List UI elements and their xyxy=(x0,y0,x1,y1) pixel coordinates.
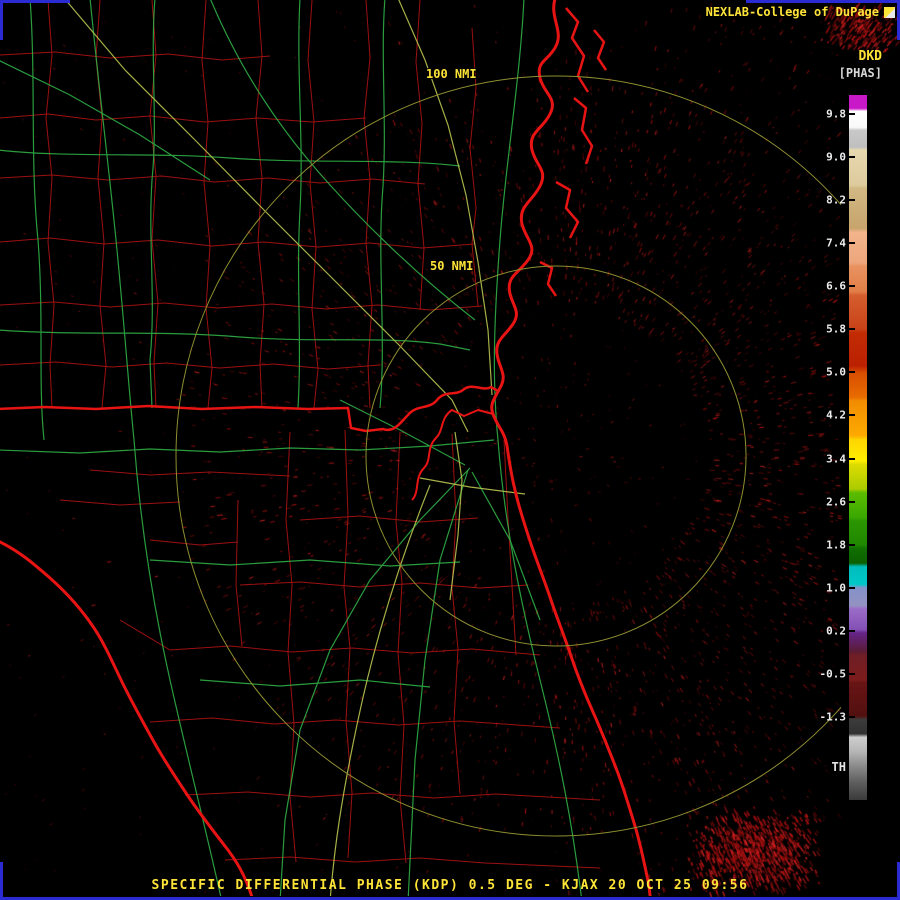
status-text: SPECIFIC DIFFERENTIAL PHASE (KDP) 0.5 DE… xyxy=(151,878,749,893)
colorbar-tick-mark xyxy=(849,629,855,632)
atlantic-coastline xyxy=(490,0,652,896)
frame-border-segment xyxy=(0,0,3,40)
colorbar-tick-mark xyxy=(849,414,855,417)
colorbar-tick-mark xyxy=(849,672,855,675)
basemap-layer: 100 NMI 50 NMI xyxy=(0,0,841,896)
colorbar-tick-label: -0.5 xyxy=(819,667,847,681)
highways-green xyxy=(0,0,582,896)
colorbar-tick-label: 9.0 xyxy=(826,150,846,164)
colorbar-tick-mark xyxy=(849,285,855,288)
colorbar-tick-label: 8.2 xyxy=(826,193,846,207)
colorbar-tick-label: 7.4 xyxy=(826,236,846,250)
colorbar-tick-mark xyxy=(849,242,855,245)
state-border xyxy=(0,385,499,433)
colorbar-tick-label: -1.3 xyxy=(819,710,847,724)
colorbar-tick-mark xyxy=(849,199,855,202)
brand-text: NEXLAB-College of DuPage xyxy=(705,5,879,19)
colorbar-gradient xyxy=(849,95,867,800)
colorbar-tick-mark xyxy=(849,113,855,115)
colorbar-tick-mark xyxy=(849,156,855,159)
colorbar-tick-label: 9.8 xyxy=(826,107,846,121)
cod-logo-icon xyxy=(884,6,895,18)
county-boundaries xyxy=(0,0,601,869)
colorbar-tick-mark xyxy=(849,586,855,589)
sea-islands xyxy=(539,7,608,297)
ring-label-100nmi: 100 NMI xyxy=(426,67,477,81)
colorbar-tick-mark xyxy=(849,543,855,546)
frame-border-segment xyxy=(0,0,70,3)
colorbar-tick-mark xyxy=(849,457,855,460)
colorbar-tick-label: 2.6 xyxy=(826,495,846,509)
colorbar-tick-mark xyxy=(849,371,855,374)
frame-border-segment xyxy=(746,0,900,3)
colorbar-tick-label: 6.6 xyxy=(826,279,846,293)
state-border-and-coastline xyxy=(0,0,652,896)
colorbar-bottom-label: TH xyxy=(831,760,846,774)
colorbar-tick-label: 3.4 xyxy=(826,452,846,466)
gulf-coastline xyxy=(0,540,254,896)
units-label: [PHAS] xyxy=(838,66,882,80)
colorbar-tick-label: 1.8 xyxy=(826,538,846,552)
colorbar-tick-label: 1.0 xyxy=(826,581,846,595)
colorbar-tick-label: 5.8 xyxy=(826,322,846,336)
colorbar-tick-mark xyxy=(849,328,855,331)
colorbar-tick-mark xyxy=(849,715,855,718)
colorbar-tick-label: 4.2 xyxy=(826,408,846,422)
ring-label-50nmi: 50 NMI xyxy=(430,259,473,273)
colorbar-tick-label: 0.2 xyxy=(826,624,846,638)
radar-display: 100 NMI 50 NMI NEXLAB-College of DuPage … xyxy=(0,0,900,900)
colorbar-tick-mark xyxy=(849,500,855,503)
range-ring-50nmi xyxy=(365,265,747,647)
colorbar-labels: 9.8 9.0 8.2 7.4 6.6 5.8 5.0 4.2 3.4 2.6 1.8 1.0 0.2 -… xyxy=(802,95,847,800)
header-brand: NEXLAB-College of DuPage xyxy=(706,5,895,19)
colorbar-tick-label: 5.0 xyxy=(826,365,846,379)
product-code: DKD xyxy=(858,49,882,64)
